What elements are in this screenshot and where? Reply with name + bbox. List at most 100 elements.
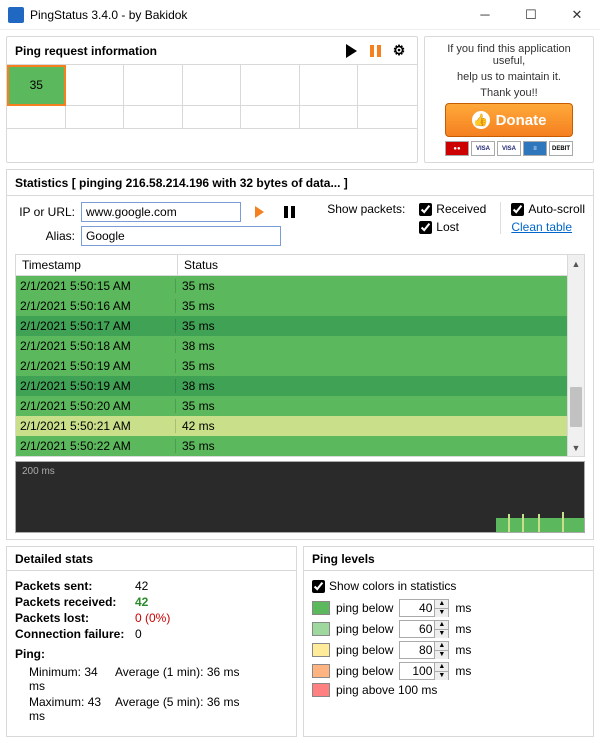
received-checkbox[interactable]: Received bbox=[419, 202, 486, 216]
table-row[interactable]: 2/1/2021 5:50:22 AM35 ms bbox=[16, 436, 584, 456]
graph-scale-label: 200 ms bbox=[22, 466, 55, 477]
row-status: 35 ms bbox=[176, 299, 584, 313]
table-row[interactable]: 2/1/2021 5:50:16 AM35 ms bbox=[16, 296, 584, 316]
maximize-button[interactable]: ☐ bbox=[508, 0, 554, 30]
donate-line2: help us to maintain it. bbox=[457, 71, 561, 83]
ping-cell[interactable] bbox=[300, 106, 359, 130]
row-status: 35 ms bbox=[176, 319, 584, 333]
row-status: 38 ms bbox=[176, 339, 584, 353]
level-3-spinner[interactable]: ▲▼ bbox=[399, 641, 449, 659]
ping-grid: 35 bbox=[7, 65, 417, 129]
scroll-up-icon[interactable]: ▲ bbox=[568, 255, 584, 272]
minimize-button[interactable]: ─ bbox=[462, 0, 508, 30]
donate-line3: Thank you!! bbox=[480, 87, 537, 99]
row-timestamp: 2/1/2021 5:50:19 AM bbox=[16, 379, 176, 393]
ping-cell[interactable] bbox=[300, 65, 359, 106]
row-timestamp: 2/1/2021 5:50:21 AM bbox=[16, 419, 176, 433]
ping-cell-current[interactable]: 35 bbox=[7, 65, 66, 106]
ping-cell[interactable] bbox=[241, 65, 300, 106]
row-timestamp: 2/1/2021 5:50:17 AM bbox=[16, 319, 176, 333]
ping-header: Ping: bbox=[15, 647, 135, 661]
detailed-stats-title: Detailed stats bbox=[7, 547, 296, 571]
donate-line1: If you find this application useful, bbox=[431, 43, 587, 67]
ping-cell[interactable] bbox=[241, 106, 300, 130]
ping-cell[interactable] bbox=[124, 65, 183, 106]
row-timestamp: 2/1/2021 5:50:20 AM bbox=[16, 399, 176, 413]
alias-input[interactable] bbox=[81, 226, 281, 246]
ping-request-panel: Ping request information ⚙ 35 bbox=[6, 36, 418, 163]
play-button[interactable] bbox=[341, 41, 361, 61]
ping-cell[interactable] bbox=[66, 65, 125, 106]
level-1-spinner[interactable]: ▲▼ bbox=[399, 599, 449, 617]
level-2-spinner[interactable]: ▲▼ bbox=[399, 620, 449, 638]
row-status: 38 ms bbox=[176, 379, 584, 393]
ping-levels-panel: Ping levels Show colors in statistics pi… bbox=[303, 546, 594, 737]
amex-icon: ≡ bbox=[523, 141, 547, 156]
table-row[interactable]: 2/1/2021 5:50:21 AM42 ms bbox=[16, 416, 584, 436]
ping-cell[interactable] bbox=[124, 106, 183, 130]
alias-label: Alias: bbox=[15, 229, 75, 243]
ping-graph: 200 ms bbox=[15, 461, 585, 533]
table-row[interactable]: 2/1/2021 5:50:15 AM35 ms bbox=[16, 276, 584, 296]
col-status[interactable]: Status bbox=[178, 255, 584, 275]
scroll-thumb[interactable] bbox=[570, 387, 582, 427]
donate-panel: If you find this application useful, hel… bbox=[424, 36, 594, 163]
table-row[interactable]: 2/1/2021 5:50:17 AM35 ms bbox=[16, 316, 584, 336]
row-status: 35 ms bbox=[176, 399, 584, 413]
row-timestamp: 2/1/2021 5:50:15 AM bbox=[16, 279, 176, 293]
packets-lost-label: Packets lost: bbox=[15, 611, 135, 625]
ip-input[interactable] bbox=[81, 202, 241, 222]
scroll-down-icon[interactable]: ▼ bbox=[568, 439, 584, 456]
table-row[interactable]: 2/1/2021 5:50:18 AM38 ms bbox=[16, 336, 584, 356]
stop-ping-button[interactable] bbox=[279, 202, 299, 222]
packets-received-value: 42 bbox=[135, 595, 148, 609]
show-colors-checkbox[interactable]: Show colors in statistics bbox=[312, 579, 585, 593]
row-timestamp: 2/1/2021 5:50:22 AM bbox=[16, 439, 176, 453]
level-swatch-3 bbox=[312, 643, 330, 657]
donate-button[interactable]: 👍Donate bbox=[445, 103, 573, 137]
row-timestamp: 2/1/2021 5:50:19 AM bbox=[16, 359, 176, 373]
packets-sent-value: 42 bbox=[135, 579, 148, 593]
ping-levels-title: Ping levels bbox=[304, 547, 593, 571]
lost-checkbox[interactable]: Lost bbox=[419, 220, 486, 234]
table-row[interactable]: 2/1/2021 5:50:19 AM38 ms bbox=[16, 376, 584, 396]
settings-button[interactable]: ⚙ bbox=[389, 41, 409, 61]
payment-cards: ●● VISA VISA ≡ DEBIT bbox=[445, 141, 573, 156]
conn-failure-label: Connection failure: bbox=[15, 627, 135, 641]
packets-lost-value: 0 (0%) bbox=[135, 611, 170, 625]
visa-icon: VISA bbox=[497, 141, 521, 156]
autoscroll-checkbox[interactable]: Auto-scroll bbox=[511, 202, 585, 216]
ping-cell[interactable] bbox=[66, 106, 125, 130]
app-icon bbox=[8, 7, 24, 23]
clean-table-link[interactable]: Clean table bbox=[511, 220, 585, 234]
visa-icon: VISA bbox=[471, 141, 495, 156]
title-bar: PingStatus 3.4.0 - by Bakidok ─ ☐ ✕ bbox=[0, 0, 600, 30]
row-status: 35 ms bbox=[176, 279, 584, 293]
ip-label: IP or URL: bbox=[15, 205, 75, 219]
window-title: PingStatus 3.4.0 - by Bakidok bbox=[30, 8, 462, 22]
col-timestamp[interactable]: Timestamp bbox=[16, 255, 178, 275]
statistics-header: Statistics [ pinging 216.58.214.196 with… bbox=[6, 169, 594, 195]
row-status: 35 ms bbox=[176, 359, 584, 373]
level-swatch-2 bbox=[312, 622, 330, 636]
ping-cell[interactable] bbox=[358, 106, 417, 130]
row-timestamp: 2/1/2021 5:50:16 AM bbox=[16, 299, 176, 313]
conn-failure-value: 0 bbox=[135, 627, 142, 641]
ping-cell[interactable] bbox=[7, 106, 66, 130]
table-row[interactable]: 2/1/2021 5:50:20 AM35 ms bbox=[16, 396, 584, 416]
close-button[interactable]: ✕ bbox=[554, 0, 600, 30]
detailed-stats-panel: Detailed stats Packets sent:42 Packets r… bbox=[6, 546, 297, 737]
row-status: 35 ms bbox=[176, 439, 584, 453]
ping-cell[interactable] bbox=[358, 65, 417, 106]
packets-received-label: Packets received: bbox=[15, 595, 135, 609]
pause-button[interactable] bbox=[365, 41, 385, 61]
ping-cell[interactable] bbox=[183, 106, 242, 130]
start-ping-button[interactable] bbox=[249, 202, 269, 222]
ping-cell[interactable] bbox=[183, 65, 242, 106]
mastercard-icon: ●● bbox=[445, 141, 469, 156]
packets-sent-label: Packets sent: bbox=[15, 579, 135, 593]
level-4-spinner[interactable]: ▲▼ bbox=[399, 662, 449, 680]
table-row[interactable]: 2/1/2021 5:50:19 AM35 ms bbox=[16, 356, 584, 376]
table-scrollbar[interactable]: ▲ ▼ bbox=[567, 255, 584, 456]
level-swatch-5 bbox=[312, 683, 330, 697]
